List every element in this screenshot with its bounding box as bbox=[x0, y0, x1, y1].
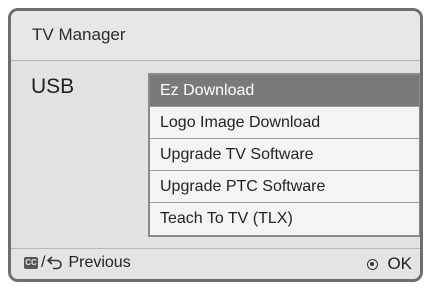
tv-manager-dialog: TV Manager USB Ez Download Logo Image Do… bbox=[8, 8, 423, 282]
previous-button[interactable]: CC / Previous bbox=[24, 254, 131, 272]
dialog-body: USB Ez Download Logo Image Download Upgr… bbox=[11, 61, 420, 251]
footer-separator: / bbox=[41, 254, 46, 271]
cc-icon: CC bbox=[24, 257, 38, 269]
dialog-title: TV Manager bbox=[32, 25, 126, 44]
menu-item-upgrade-ptc-software[interactable]: Upgrade PTC Software bbox=[150, 171, 419, 203]
title-bar: TV Manager bbox=[11, 11, 420, 61]
menu-item-upgrade-tv-software[interactable]: Upgrade TV Software bbox=[150, 139, 419, 171]
dialog-footer: CC / Previous OK bbox=[11, 248, 420, 279]
ok-circle-icon bbox=[367, 258, 379, 270]
back-arrow-icon bbox=[47, 256, 63, 270]
usb-options-menu: Ez Download Logo Image Download Upgrade … bbox=[148, 73, 420, 237]
ok-label: OK bbox=[387, 254, 412, 273]
menu-item-ez-download[interactable]: Ez Download bbox=[150, 75, 419, 107]
section-label-usb: USB bbox=[31, 75, 75, 98]
menu-item-logo-image-download[interactable]: Logo Image Download bbox=[150, 107, 419, 139]
ok-button[interactable]: OK bbox=[367, 254, 412, 274]
previous-label: Previous bbox=[68, 254, 131, 271]
menu-item-teach-to-tv[interactable]: Teach To TV (TLX) bbox=[150, 203, 419, 235]
